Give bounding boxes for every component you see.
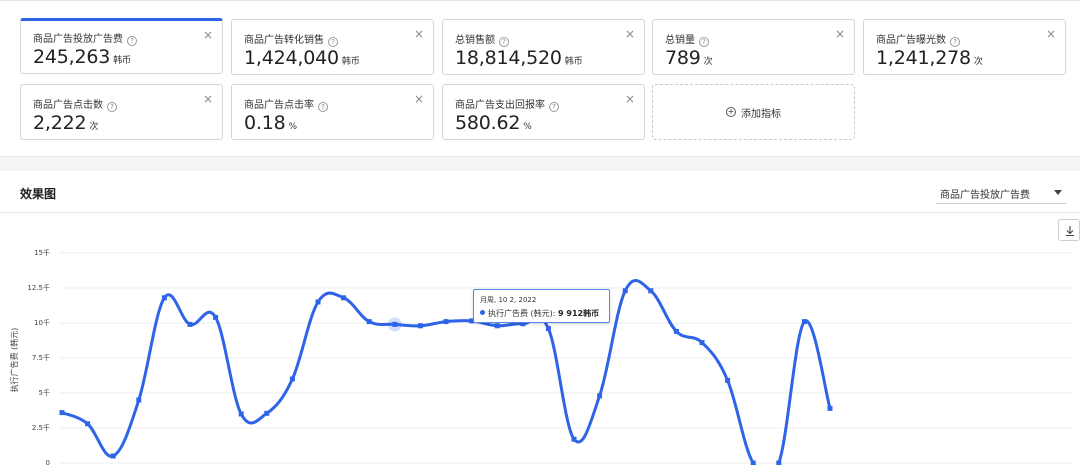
close-icon[interactable]: × [203, 28, 213, 42]
metric-value: 580.62% [455, 112, 532, 134]
data-point[interactable] [59, 410, 65, 416]
data-point[interactable] [776, 460, 782, 465]
data-point[interactable] [161, 295, 167, 301]
data-point[interactable] [110, 453, 116, 459]
close-icon[interactable]: × [835, 27, 845, 41]
help-icon[interactable]: ? [950, 37, 960, 47]
metric-label: 商品广告点击数? [33, 96, 117, 112]
data-point[interactable] [136, 397, 142, 403]
close-icon[interactable]: × [625, 92, 635, 106]
close-icon[interactable]: × [203, 92, 213, 106]
data-point[interactable] [827, 405, 833, 411]
y-tick-label: 15千 [34, 248, 50, 257]
help-icon[interactable]: ? [549, 102, 559, 112]
data-point[interactable] [187, 321, 193, 327]
data-point[interactable] [750, 460, 756, 465]
chart-grid [60, 252, 1072, 464]
help-icon[interactable]: ? [107, 102, 117, 112]
tooltip-row: 执行广告费 (韩元): 9 912韩币 [480, 308, 599, 319]
y-axis-label: 执行广告费 (韩元) [9, 328, 19, 393]
y-tick-label: 10千 [34, 318, 50, 327]
data-point[interactable] [443, 319, 449, 325]
data-point[interactable] [571, 436, 577, 442]
help-icon[interactable]: ? [499, 37, 509, 47]
metric-label: 商品广告转化销售? [244, 31, 338, 47]
tooltip-date: 月周, 10 2, 2022 [480, 296, 537, 304]
add-metric-label: 添加指标 [741, 108, 781, 120]
data-point[interactable] [699, 340, 705, 346]
metric-card-ctr[interactable]: 商品广告点击率? × 0.18% [231, 84, 434, 140]
metric-value: 789 次 [665, 47, 713, 69]
close-icon[interactable]: × [414, 92, 424, 106]
data-point[interactable] [85, 421, 91, 427]
metric-select[interactable]: 商品广告投放广告费 [936, 182, 1066, 204]
help-icon[interactable]: ? [699, 37, 709, 47]
plus-circle-icon: + [726, 107, 736, 117]
metric-value: 0.18% [244, 112, 297, 134]
metric-label: 总销量? [665, 31, 709, 47]
chart-section-title: 效果图 [20, 187, 57, 201]
data-point[interactable] [673, 328, 679, 334]
metric-card-ad-sales[interactable]: 商品广告转化销售? × 1,424,040 韩币 [231, 19, 434, 75]
y-tick-label: 0 [46, 459, 50, 465]
metric-value: 245,263 韩币 [33, 46, 131, 68]
metric-label: 商品广告曝光数? [876, 31, 960, 47]
data-point[interactable] [315, 299, 321, 305]
metric-select-value: 商品广告投放广告费 [940, 190, 1030, 201]
y-tick-label: 12.5千 [27, 283, 50, 292]
metric-card-impressions[interactable]: 商品广告曝光数? × 1,241,278 次 [863, 19, 1066, 75]
close-icon[interactable]: × [414, 27, 424, 41]
metric-card-roas[interactable]: 商品广告支出回报率? × 580.62% [442, 84, 645, 140]
metric-value: 1,241,278 次 [876, 47, 983, 69]
data-point[interactable] [417, 323, 423, 329]
help-icon[interactable]: ? [328, 37, 338, 47]
data-point[interactable] [366, 319, 372, 325]
metric-card-total-sales[interactable]: 总销售额? × 18,814,520 韩币 [442, 19, 645, 75]
series-line [61, 279, 832, 465]
performance-line-chart: 0 2.5千 5千 7.5千 10千 12.5千 15千 执行广告费 (韩元) [9, 248, 1072, 465]
y-tick-label: 7.5千 [32, 353, 50, 362]
chart-header: 效果图 商品广告投放广告费 [0, 171, 1080, 213]
data-point[interactable] [725, 377, 731, 383]
hovered-point-halo [387, 317, 402, 332]
chevron-down-icon [1054, 190, 1062, 195]
data-point[interactable] [341, 295, 347, 301]
metrics-panel: 商品广告投放广告费? × 245,263 韩币 商品广告转化销售? × 1,424… [0, 0, 1080, 157]
data-point[interactable] [648, 288, 654, 294]
metric-value: 18,814,520 韩币 [455, 47, 583, 69]
help-icon[interactable]: ? [127, 36, 137, 46]
add-metric-button[interactable]: + 添加指标 [652, 84, 855, 140]
data-point[interactable] [545, 326, 551, 332]
chart-series [59, 279, 833, 465]
data-point[interactable] [597, 393, 603, 399]
metric-label: 总销售额? [455, 31, 509, 47]
data-point[interactable] [801, 319, 807, 325]
metric-value: 1,424,040 韩币 [244, 47, 360, 69]
data-point[interactable] [622, 288, 628, 294]
metric-card-total-volume[interactable]: 总销量? × 789 次 [652, 19, 855, 75]
metric-label: 商品广告点击率? [244, 96, 328, 112]
data-point[interactable] [264, 410, 270, 416]
data-point[interactable] [289, 376, 295, 382]
close-icon[interactable]: × [1046, 27, 1056, 41]
data-point[interactable] [494, 323, 500, 329]
series-dot-icon [480, 310, 485, 315]
metric-card-clicks[interactable]: 商品广告点击数? × 2,222 次 [20, 84, 223, 140]
data-point[interactable] [238, 411, 244, 417]
chart-tooltip: 月周, 10 2, 2022 执行广告费 (韩元): 9 912韩币 [473, 289, 610, 323]
help-icon[interactable]: ? [318, 102, 328, 112]
metric-card-ad-spend[interactable]: 商品广告投放广告费? × 245,263 韩币 [20, 18, 223, 74]
metric-label: 商品广告支出回报率? [455, 96, 559, 112]
close-icon[interactable]: × [625, 27, 635, 41]
section-divider [0, 157, 1080, 171]
y-tick-label: 5千 [39, 388, 50, 397]
y-tick-label: 2.5千 [32, 423, 50, 432]
metric-label: 商品广告投放广告费? [33, 30, 137, 46]
y-axis-ticks: 0 2.5千 5千 7.5千 10千 12.5千 15千 [27, 248, 50, 465]
metric-value: 2,222 次 [33, 112, 99, 134]
data-point[interactable] [213, 314, 219, 320]
